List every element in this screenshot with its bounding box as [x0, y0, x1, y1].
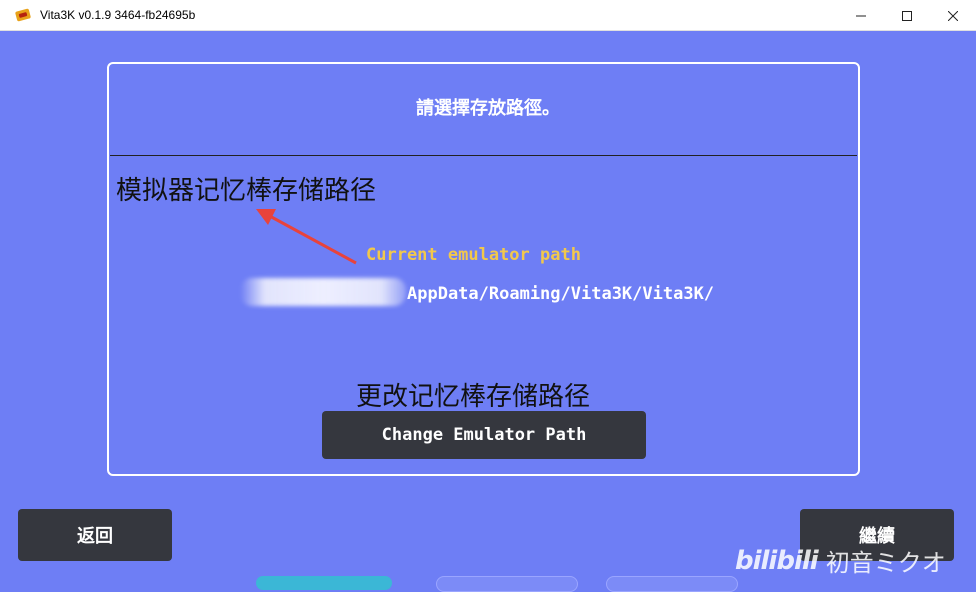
back-button[interactable]: 返回 [18, 509, 172, 561]
annotation-change-path: 更改记忆棒存储路径 [356, 382, 591, 412]
watermark: bilibili 初音ミクオ [735, 543, 946, 578]
bottom-pill-1 [256, 576, 392, 590]
close-icon [948, 10, 958, 21]
close-button[interactable] [930, 0, 976, 31]
bottom-pill-3 [606, 576, 738, 592]
bottom-pill-2 [436, 576, 578, 592]
bilibili-logo: bilibili [735, 545, 819, 576]
minimize-icon [856, 15, 866, 16]
maximize-button[interactable] [884, 0, 930, 31]
minimize-button[interactable] [838, 0, 884, 31]
change-emulator-path-button[interactable]: Change Emulator Path [322, 411, 646, 459]
vita3k-app-icon [15, 8, 31, 22]
annotation-arrow-icon [256, 209, 357, 265]
setup-content: 請選擇存放路徑。 模拟器记忆棒存储路径 Current emulator pat… [0, 31, 976, 592]
window-titlebar: Vita3K v0.1.9 3464-fb24695b [0, 0, 976, 31]
current-path-label: Current emulator path [366, 245, 581, 265]
current-path-value: AppData/Roaming/Vita3K/Vita3K/ [407, 284, 715, 304]
watermark-author: 初音ミクオ [825, 549, 946, 577]
window-title: Vita3K v0.1.9 3464-fb24695b [40, 8, 196, 22]
redacted-path-mask [240, 278, 406, 306]
maximize-icon [902, 10, 912, 21]
